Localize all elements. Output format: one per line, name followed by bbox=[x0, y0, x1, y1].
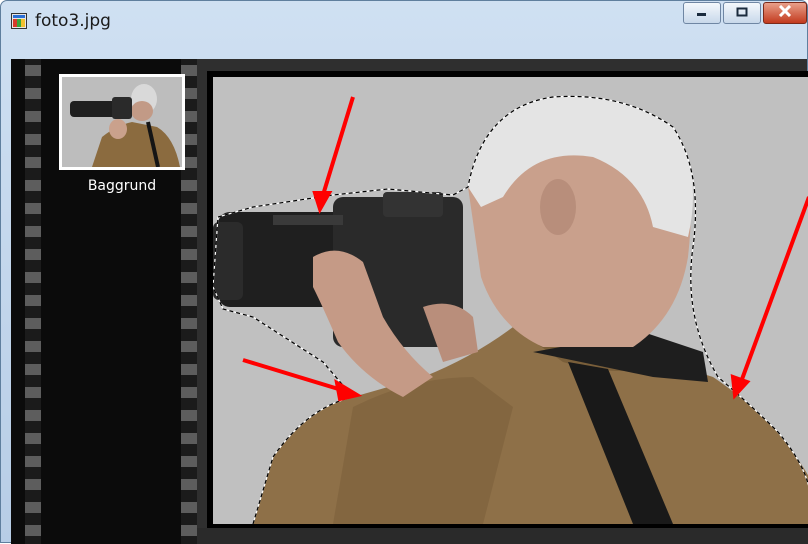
close-button[interactable] bbox=[763, 2, 807, 24]
photo-content bbox=[213, 77, 808, 524]
thumbnail-image bbox=[62, 77, 182, 167]
title-bar[interactable]: foto3.jpg bbox=[1, 1, 807, 59]
close-icon bbox=[778, 4, 792, 22]
minimize-icon bbox=[696, 4, 708, 22]
layers-filmstrip: Baggrund bbox=[11, 59, 197, 544]
maximize-icon bbox=[736, 4, 748, 22]
image-window: foto3.jpg Baggrund bbox=[0, 0, 808, 544]
minimize-button[interactable] bbox=[683, 2, 721, 24]
window-title: foto3.jpg bbox=[35, 11, 111, 31]
image-file-icon bbox=[11, 13, 27, 29]
layer-thumbnail[interactable] bbox=[59, 74, 185, 170]
maximize-button[interactable] bbox=[723, 2, 761, 24]
window-controls bbox=[681, 2, 807, 26]
film-sprockets bbox=[25, 59, 41, 544]
image-canvas[interactable] bbox=[213, 77, 808, 524]
canvas-scroll-region[interactable] bbox=[197, 528, 808, 544]
layer-name: Baggrund bbox=[87, 178, 157, 194]
